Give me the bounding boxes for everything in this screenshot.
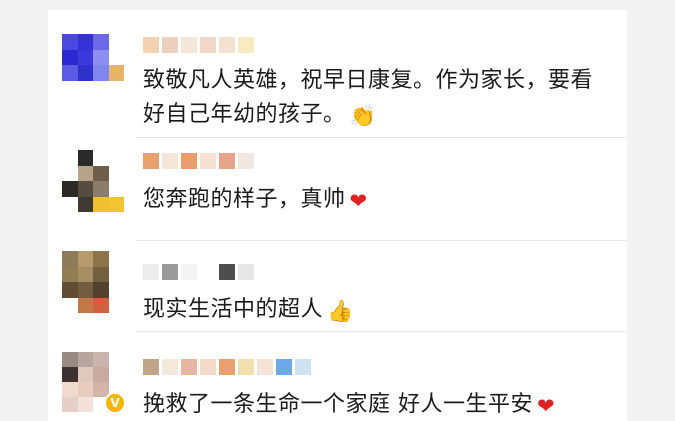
right-gutter <box>627 0 675 421</box>
comment-item: 现实生活中的超人 👍 <box>48 241 627 332</box>
comment-list: 致敬凡人英雄，祝早日康复。作为家长，要看好自己年幼的孩子。 👏 您奔跑的样子，真帅… <box>48 10 627 421</box>
avatar[interactable] <box>62 34 124 96</box>
comment-text: 您奔跑的样子，真帅 ❤ <box>143 187 368 213</box>
username-blurred[interactable] <box>143 263 254 281</box>
thumbs-up-icon: 👍 <box>327 299 354 323</box>
comment-text: 现实生活中的超人 👍 <box>143 297 354 323</box>
top-gutter <box>0 0 675 10</box>
username-blurred[interactable] <box>143 358 311 376</box>
comment-item: 您奔跑的样子，真帅 ❤ <box>48 138 627 241</box>
heart-icon: ❤ <box>349 189 368 213</box>
username-blurred[interactable] <box>143 152 254 170</box>
comment-text: 致敬凡人英雄，祝早日康复。作为家长，要看好自己年幼的孩子。 👏 <box>143 68 594 128</box>
avatar[interactable] <box>62 150 124 212</box>
heart-icon: ❤ <box>537 394 556 418</box>
avatar[interactable] <box>62 251 124 313</box>
left-gutter <box>0 0 48 421</box>
comment-text: 挽救了一条生命一个家庭 好人一生平安 ❤ <box>143 392 556 418</box>
username-blurred[interactable] <box>143 36 254 54</box>
verified-badge-icon: V <box>104 392 126 414</box>
comment-item: V 挽救了一条生命一个家庭 好人一生平安 ❤ <box>48 332 627 421</box>
clap-icon: 👏 <box>349 104 377 128</box>
comment-item: 致敬凡人英雄，祝早日康复。作为家长，要看好自己年幼的孩子。 👏 <box>48 10 627 138</box>
